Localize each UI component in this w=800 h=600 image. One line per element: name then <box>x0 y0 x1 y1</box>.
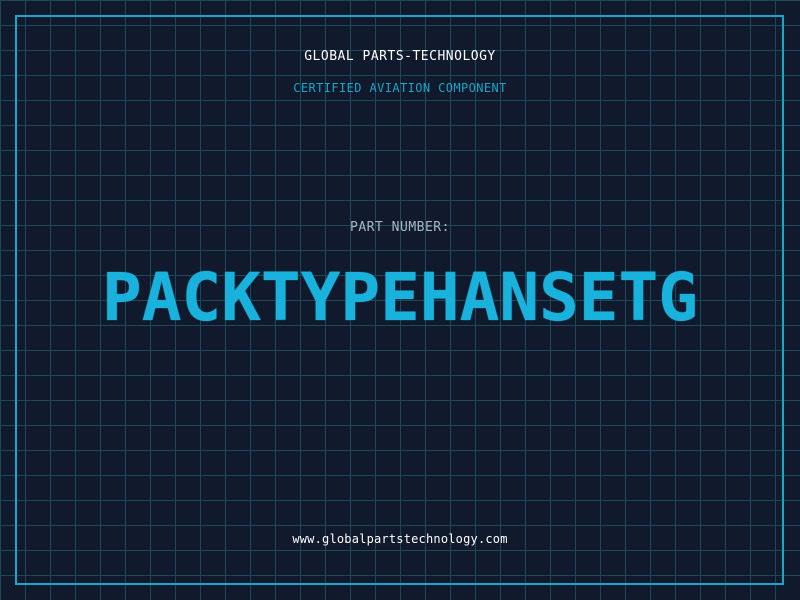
company-name: GLOBAL PARTS-TECHNOLOGY <box>304 49 496 64</box>
certification-tagline: CERTIFIED AVIATION COMPONENT <box>293 81 507 95</box>
part-number-label: PART NUMBER: <box>350 220 450 235</box>
website-url: www.globalpartstechnology.com <box>292 532 508 546</box>
part-number-value: PACKTYPEHANSETG <box>101 259 699 336</box>
label-page: GLOBAL PARTS-TECHNOLOGY CERTIFIED AVIATI… <box>0 0 800 600</box>
